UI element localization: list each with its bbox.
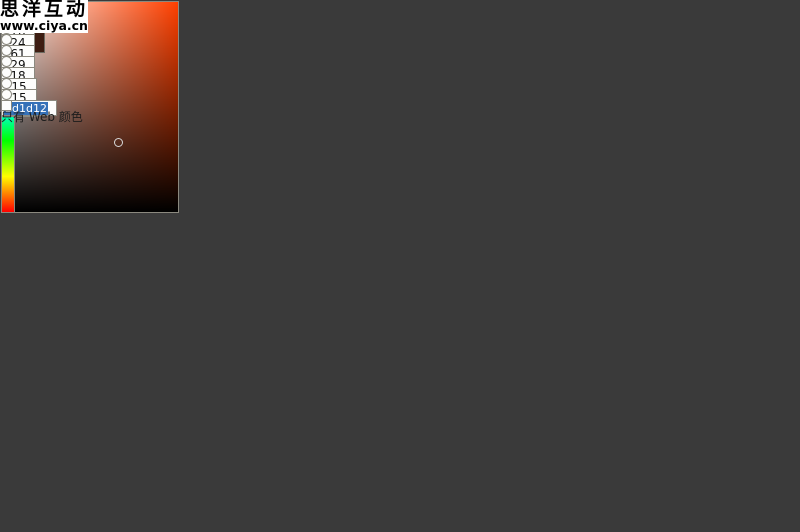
watermark-title: 思洋互动: [0, 0, 89, 20]
web-colors-only-label: 只有 Web 颜色: [1, 110, 83, 124]
color-field-marker[interactable]: [114, 138, 123, 147]
watermark-url: www.ciya.cn: [0, 18, 88, 33]
watermark: 思洋互动 www.ciya.cn: [0, 0, 89, 33]
photoshop-workspace: ◪ ✎ A| ¶ 添加调整 ☼ ▼ ◐ ◎ ◪ ▞ ◧ ◆ 图层 通道 路径: [0, 0, 800, 532]
